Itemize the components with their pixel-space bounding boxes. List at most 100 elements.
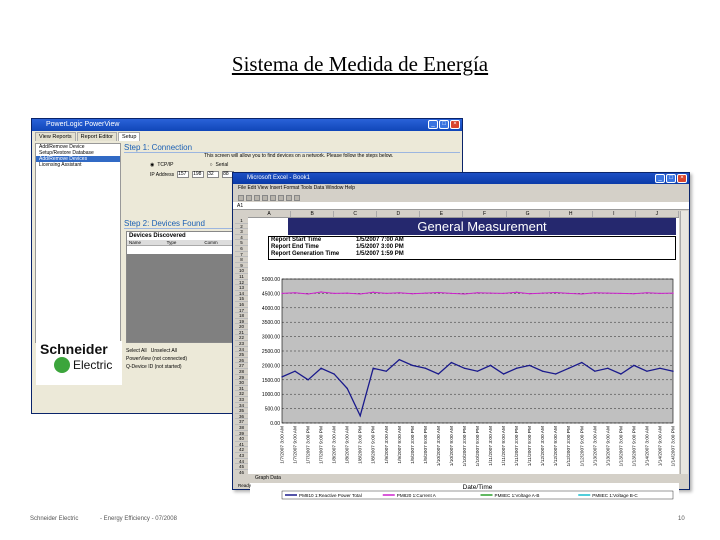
powerview-tabs: View Reports Report Editor Setup <box>32 131 462 141</box>
worksheet[interactable]: General Measurement Report Start Time 1/5… <box>248 218 679 501</box>
data-point <box>463 367 466 369</box>
data-point <box>294 292 296 294</box>
x-tick-label: 1/14/2007 9:00 AM <box>657 426 663 466</box>
copy-icon[interactable] <box>278 194 284 201</box>
x-tick-label: 1/12/2007 9:00 AM <box>553 426 559 466</box>
powerview-titlebar[interactable]: PowerLogic PowerView _ □ × <box>32 119 462 131</box>
data-point <box>346 387 348 390</box>
logo-mark-icon <box>54 357 70 373</box>
y-tick-label: 2000.00 <box>262 363 280 369</box>
data-point <box>502 292 505 295</box>
data-point <box>476 292 479 294</box>
col-header[interactable]: H <box>550 211 593 217</box>
step1-title: Step 1: Connection <box>124 143 460 153</box>
cut-icon[interactable] <box>270 194 276 201</box>
report-value: 1/5/2007 3:00 PM <box>356 244 404 250</box>
data-point <box>281 292 283 295</box>
data-point <box>476 370 479 372</box>
chart-icon[interactable] <box>294 194 300 201</box>
data-point <box>672 292 674 294</box>
radio-tcpip-label: TCP/IP <box>157 162 174 168</box>
data-point <box>607 367 609 369</box>
formula-bar[interactable]: A1 <box>233 202 689 210</box>
logo-sub: Electric <box>73 358 113 372</box>
x-tick-label: 1/11/2007 9:00 PM <box>527 426 533 466</box>
unselect-all-button[interactable]: Unselect All <box>151 348 177 354</box>
maximize-icon[interactable]: □ <box>439 120 449 129</box>
tab-view-reports[interactable]: View Reports <box>35 132 76 141</box>
data-point <box>450 292 453 295</box>
x-tick-label: 1/8/2007 3:00 PM <box>358 426 364 464</box>
x-tick-label: 1/14/2007 3:00 AM <box>644 426 650 466</box>
select-all-button[interactable]: Select All <box>126 348 147 354</box>
y-tick-label: 0.00 <box>270 421 280 427</box>
minimize-icon[interactable]: _ <box>655 174 665 183</box>
x-tick-label: 1/10/2007 9:00 PM <box>475 426 481 467</box>
paste-icon[interactable] <box>286 194 292 201</box>
col-header[interactable]: E <box>420 211 464 217</box>
data-point <box>437 373 440 375</box>
report-value: 1/5/2007 1:59 PM <box>356 251 404 257</box>
col-header[interactable]: G <box>507 211 550 217</box>
ip-octet-field[interactable]: 32 <box>207 171 220 178</box>
col-header[interactable]: B <box>291 211 335 217</box>
minimize-icon[interactable]: _ <box>428 120 438 129</box>
close-icon[interactable]: × <box>677 174 687 183</box>
data-point <box>424 367 427 369</box>
col-header[interactable]: A <box>248 211 292 217</box>
save-icon[interactable] <box>254 194 260 201</box>
col-name[interactable]: Name <box>127 240 165 245</box>
data-point <box>333 373 335 375</box>
tab-setup[interactable]: Setup <box>118 132 141 141</box>
col-header[interactable]: J <box>636 211 679 217</box>
data-point <box>541 370 544 372</box>
excel-window[interactable]: Microsoft Excel - Book1 _ □ × File Edit … <box>232 172 690 501</box>
y-tick-label: 4500.00 <box>262 291 280 297</box>
data-point <box>489 364 492 367</box>
ip-octet-field[interactable]: 198 <box>192 171 205 178</box>
x-tick-label: 1/14/2007 3:00 PM <box>671 426 677 467</box>
tab-report-editor[interactable]: Report Editor <box>76 132 118 141</box>
name-box[interactable]: A1 <box>237 203 243 209</box>
excel-menubar[interactable]: File Edit View Insert Format Tools Data … <box>233 184 689 193</box>
maximize-icon[interactable]: □ <box>666 174 676 183</box>
tree-item[interactable]: Licensing Assistant <box>36 162 120 168</box>
legend-label: PM8EC 1:Voltage B-C <box>592 493 638 498</box>
data-point <box>359 293 361 295</box>
data-point <box>450 361 453 364</box>
data-point <box>633 364 635 367</box>
col-header[interactable]: I <box>593 211 636 217</box>
sheet-tabs[interactable]: Graph Data <box>235 474 679 483</box>
col-header[interactable]: D <box>377 211 421 217</box>
close-icon[interactable]: × <box>450 120 460 129</box>
data-point <box>489 292 492 294</box>
ip-octet-field[interactable]: 157 <box>177 171 190 178</box>
data-point <box>385 292 387 295</box>
vertical-scrollbar[interactable] <box>680 211 688 474</box>
devices-grid[interactable] <box>127 254 240 342</box>
step2-title: Step 2: Devices Found <box>124 219 244 229</box>
data-point <box>398 358 400 361</box>
excel-titlebar[interactable]: Microsoft Excel - Book1 _ □ × <box>233 173 689 184</box>
col-header[interactable]: C <box>334 211 378 217</box>
ip-label: IP Address <box>150 171 175 178</box>
legend-label: PM810 1:Reactive Power Total <box>299 493 362 498</box>
x-tick-label: 1/9/2007 9:00 AM <box>397 426 403 464</box>
x-tick-label: 1/11/2007 3:00 AM <box>488 426 494 466</box>
x-tick-label: 1/7/2007 3:00 AM <box>280 426 286 464</box>
print-icon[interactable] <box>262 194 268 201</box>
data-point <box>359 415 361 417</box>
col-header[interactable]: F <box>463 211 507 217</box>
open-icon[interactable] <box>246 194 252 201</box>
col-type[interactable]: Type <box>165 240 203 245</box>
new-icon[interactable] <box>238 194 244 201</box>
x-tick-label: 1/13/2007 9:00 AM <box>605 426 611 466</box>
data-point <box>620 292 622 295</box>
x-tick-label: 1/10/2007 3:00 AM <box>436 426 442 466</box>
radio-serial-icon[interactable]: ○ <box>210 162 213 168</box>
radio-tcpip-icon[interactable]: ◉ <box>150 162 154 168</box>
x-tick-label: 1/11/2007 9:00 AM <box>501 426 507 466</box>
legend-label: PM820 1:Current A <box>397 493 437 498</box>
chart-area[interactable]: 5000.00 4500.00 4000.00 3500.00 3000.00 2500.… <box>250 273 679 501</box>
y-tick-label: 4000.00 <box>262 306 280 312</box>
